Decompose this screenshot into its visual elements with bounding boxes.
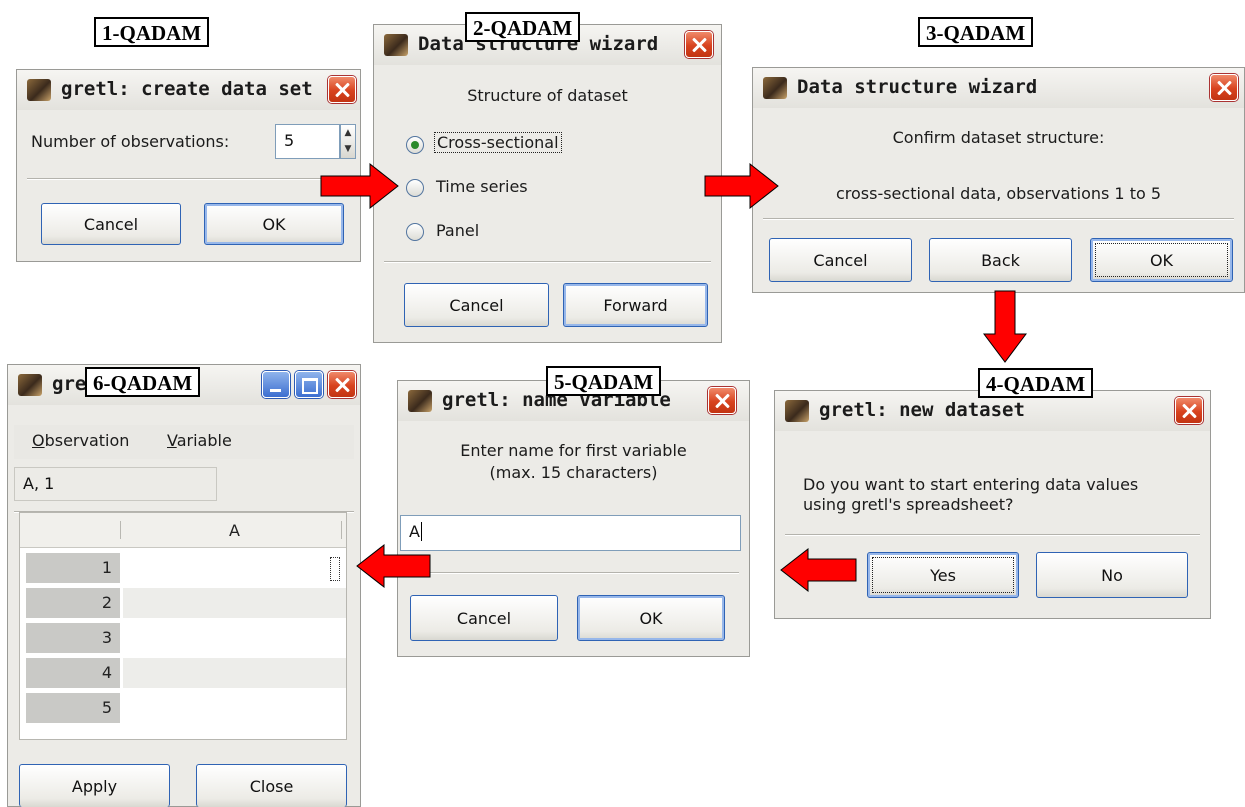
row-number: 3 <box>26 623 120 653</box>
forward-button[interactable]: Forward <box>563 283 708 327</box>
close-icon[interactable] <box>1175 397 1203 424</box>
option-cross-sectional-label[interactable]: Cross-sectional <box>434 132 562 153</box>
step-4-label: 4-QADAM <box>978 368 1094 398</box>
data-cell[interactable] <box>123 693 346 723</box>
close-icon[interactable] <box>708 387 736 414</box>
dialog-title: Data structure wizard <box>797 76 1038 98</box>
maximize-icon[interactable] <box>295 371 323 398</box>
column-header-a[interactable]: A <box>123 521 346 540</box>
menu-observation[interactable]: Observation <box>32 431 129 450</box>
table-row: 2 <box>20 586 346 620</box>
separator <box>763 218 1234 220</box>
arrow-right-icon <box>320 163 399 209</box>
observations-spinner-input[interactable]: 5 <box>275 124 340 159</box>
cancel-button[interactable]: Cancel <box>769 238 912 282</box>
close-icon[interactable] <box>328 76 356 103</box>
spreadsheet-grid[interactable]: A 1 2 3 4 5 <box>19 512 347 740</box>
back-button[interactable]: Back <box>929 238 1072 282</box>
table-row: 1 <box>20 551 346 585</box>
cell-reference-field: A, 1 <box>14 467 217 501</box>
row-number: 2 <box>26 588 120 618</box>
gretl-app-icon <box>785 400 809 422</box>
spinner-arrows-icon[interactable]: ▲ ▼ <box>340 124 356 159</box>
separator <box>384 261 711 263</box>
separator <box>785 534 1200 536</box>
gretl-app-icon <box>384 34 408 56</box>
row-number: 1 <box>26 553 120 583</box>
dialog-title: gretl: new dataset <box>819 399 1025 421</box>
menu-variable[interactable]: Variable <box>167 431 232 450</box>
text-cursor <box>420 522 422 541</box>
data-structure-wizard-step1: Data structure wizard Structure of datas… <box>373 24 722 343</box>
step-5-label: 5-QADAM <box>546 366 662 396</box>
confirm-heading: Confirm dataset structure: <box>892 128 1105 147</box>
option-time-series-label[interactable]: Time series <box>436 177 528 196</box>
ok-button[interactable]: OK <box>577 595 725 641</box>
row-number: 4 <box>26 658 120 688</box>
cancel-button[interactable]: Cancel <box>410 595 558 641</box>
radio-cross-sectional[interactable] <box>406 136 424 154</box>
gretl-app-icon <box>408 390 432 412</box>
variable-name-input[interactable]: A <box>400 515 741 551</box>
apply-button[interactable]: Apply <box>19 764 170 807</box>
step-1-label: 1-QADAM <box>94 17 210 47</box>
data-cell[interactable] <box>123 623 346 653</box>
name-variable-dialog: gretl: name variable Enter name for firs… <box>397 380 750 657</box>
separator <box>27 178 350 180</box>
prompt-line-2: (max. 15 characters) <box>489 463 658 482</box>
arrow-right-icon <box>704 163 779 209</box>
arrow-left-icon <box>356 544 431 588</box>
arrow-left-icon <box>780 548 857 592</box>
cross-sectional-label: Cross-sectional <box>434 132 562 153</box>
gretl-app-icon <box>18 374 42 396</box>
close-icon[interactable] <box>1210 74 1238 101</box>
table-row: 4 <box>20 656 346 690</box>
dialog-title: gretl: create data set <box>61 78 313 100</box>
data-cell[interactable] <box>123 553 346 583</box>
table-row: 5 <box>20 691 346 725</box>
observations-label: Number of observations: <box>31 132 230 151</box>
radio-time-series[interactable] <box>406 179 424 197</box>
structure-heading: Structure of dataset <box>467 86 628 105</box>
minimize-icon[interactable] <box>262 371 290 398</box>
title-bar: Data structure wizard <box>753 68 1244 108</box>
step-3-label: 3-QADAM <box>918 17 1034 47</box>
gretl-app-icon <box>27 79 51 101</box>
close-icon[interactable] <box>685 31 713 58</box>
cancel-button[interactable]: Cancel <box>404 283 549 327</box>
cell-edit-cursor <box>330 557 340 581</box>
radio-panel[interactable] <box>406 223 424 241</box>
step-2-label: 2-QADAM <box>465 12 581 42</box>
question-line-1: Do you want to start entering data value… <box>803 475 1139 494</box>
gretl-app-icon <box>763 77 787 99</box>
header-divider <box>120 521 121 539</box>
ok-button[interactable]: OK <box>204 203 344 245</box>
title-bar: gretl: create data set <box>17 70 360 110</box>
ok-button[interactable]: OK <box>1090 238 1233 282</box>
structure-summary: cross-sectional data, observations 1 to … <box>835 184 1162 203</box>
close-icon[interactable] <box>328 371 356 398</box>
step-6-label: 6-QADAM <box>85 367 201 397</box>
close-button[interactable]: Close <box>196 764 347 807</box>
data-structure-wizard-confirm: Data structure wizard Confirm dataset st… <box>752 67 1245 293</box>
grid-header: A <box>20 513 346 548</box>
prompt-line-1: Enter name for first variable <box>460 441 687 460</box>
window-title: gre <box>52 373 87 395</box>
data-cell[interactable] <box>123 658 346 688</box>
row-number: 5 <box>26 693 120 723</box>
data-cell[interactable] <box>123 588 346 618</box>
create-dataset-dialog: gretl: create data set Number of observa… <box>16 69 361 262</box>
table-row: 3 <box>20 621 346 655</box>
arrow-down-icon <box>983 290 1027 363</box>
cancel-button[interactable]: Cancel <box>41 203 181 245</box>
yes-button[interactable]: Yes <box>867 552 1019 598</box>
variable-name-value: A <box>409 522 420 541</box>
option-panel-label[interactable]: Panel <box>436 221 479 240</box>
no-button[interactable]: No <box>1036 552 1188 598</box>
header-divider-right <box>341 521 342 539</box>
question-line-2: using gretl's spreadsheet? <box>803 495 1014 514</box>
separator <box>408 572 739 574</box>
